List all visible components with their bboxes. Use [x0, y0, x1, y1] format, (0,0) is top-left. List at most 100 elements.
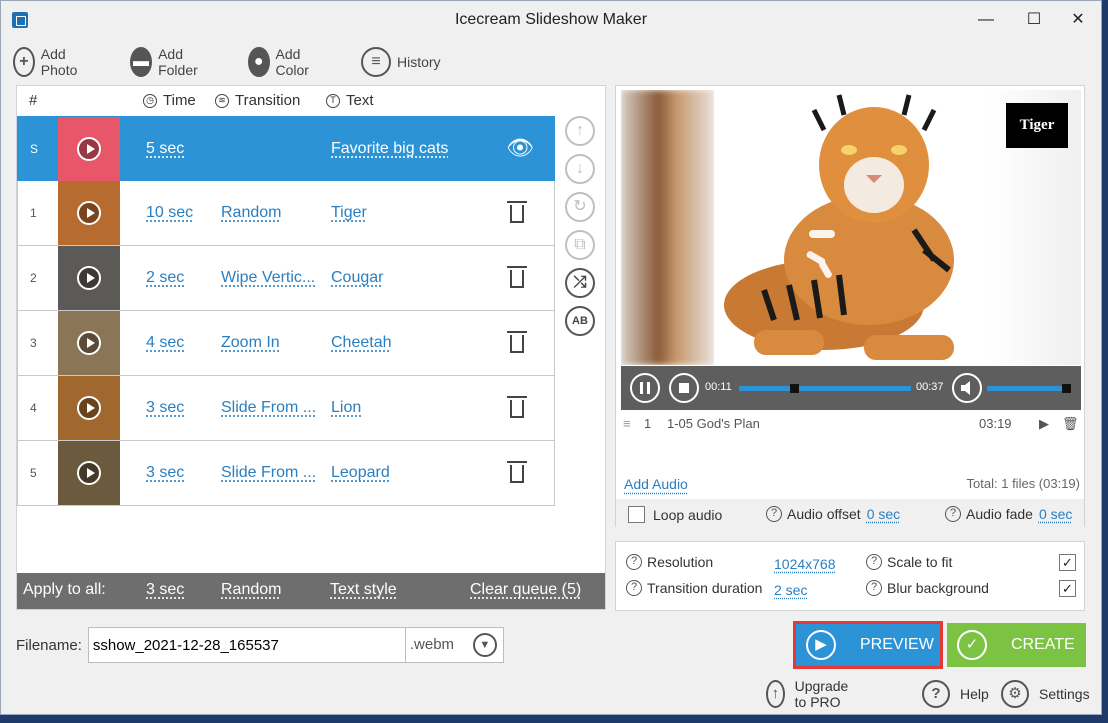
- eye-icon[interactable]: 👁: [506, 137, 534, 161]
- slide-text-link[interactable]: Lion: [331, 399, 361, 417]
- play-icon[interactable]: [77, 461, 101, 485]
- add-audio-link[interactable]: Add Audio: [624, 476, 688, 492]
- audio-fade-option: ? Audio fade 0 sec: [945, 506, 1072, 522]
- table-row[interactable]: 3 4 sec Zoom In Cheetah: [17, 311, 555, 376]
- text-style-ab-icon[interactable]: AB: [565, 306, 595, 336]
- add-folder-button[interactable]: ▬ Add Folder: [130, 46, 206, 78]
- header-text[interactable]: T Text: [326, 92, 374, 109]
- create-button[interactable]: ✓ CREATE: [947, 623, 1086, 667]
- audio-fade-value[interactable]: 0 sec: [1039, 506, 1072, 522]
- slide-transition-link[interactable]: Slide From ...: [221, 399, 319, 417]
- header-time[interactable]: ◷ Time: [143, 92, 196, 109]
- audio-offset-value[interactable]: 0 sec: [867, 506, 900, 522]
- preview-button[interactable]: ▶ PREVIEW: [793, 621, 943, 669]
- slide-caption: Tiger: [1006, 103, 1068, 148]
- trash-icon[interactable]: [506, 461, 528, 485]
- add-photo-button[interactable]: + Add Photo: [13, 46, 86, 78]
- slide-transition-link[interactable]: Zoom In: [221, 334, 319, 352]
- volume-handle[interactable]: [1062, 384, 1071, 393]
- slide-time-link[interactable]: 2 sec: [146, 269, 184, 287]
- volume-icon[interactable]: [952, 373, 982, 403]
- settings-link[interactable]: ⚙ Settings: [1001, 679, 1090, 709]
- help-icon[interactable]: ?: [626, 554, 642, 570]
- apply-time-link[interactable]: 3 sec: [146, 581, 184, 599]
- slide-transition-link[interactable]: Random: [221, 204, 319, 222]
- upgrade-link[interactable]: ↑ Upgrade to PRO: [766, 678, 858, 710]
- transition-duration-value[interactable]: 2 sec: [774, 582, 807, 598]
- table-row[interactable]: S 5 sec Favorite big cats 👁: [17, 116, 555, 181]
- drag-handle-icon[interactable]: ≡: [623, 416, 631, 431]
- filename-input[interactable]: [87, 627, 406, 663]
- resolution-value[interactable]: 1024x768: [774, 556, 836, 572]
- maximize-button[interactable]: ☐: [1011, 5, 1057, 35]
- loop-audio-option[interactable]: Loop audio: [628, 506, 722, 523]
- shuffle-icon[interactable]: ⤮: [565, 268, 595, 298]
- chevron-down-icon[interactable]: ▼: [472, 633, 497, 657]
- trash-icon[interactable]: [506, 331, 528, 355]
- play-icon[interactable]: [77, 201, 101, 225]
- row-number: 4: [30, 401, 37, 415]
- progress-handle[interactable]: [790, 384, 800, 393]
- loop-audio-checkbox[interactable]: [628, 506, 645, 523]
- slide-time-link[interactable]: 4 sec: [146, 334, 184, 352]
- minimize-button[interactable]: —: [963, 5, 1009, 35]
- slide-thumbnail[interactable]: [58, 246, 120, 310]
- close-button[interactable]: ✕: [1055, 5, 1101, 35]
- slide-text-link[interactable]: Favorite big cats: [331, 140, 448, 158]
- table-row[interactable]: 2 2 sec Wipe Vertic... Cougar: [17, 246, 555, 311]
- help-icon[interactable]: ?: [945, 506, 961, 522]
- progress-slider[interactable]: [739, 384, 911, 393]
- slide-text-link[interactable]: Cheetah: [331, 334, 392, 352]
- audio-track-row[interactable]: ≡ 1 1-05 God's Plan 03:19 ▶ 🗑: [621, 413, 1081, 435]
- play-track-icon[interactable]: ▶: [1039, 416, 1049, 432]
- slide-text-link[interactable]: Cougar: [331, 269, 383, 287]
- trash-icon[interactable]: [506, 201, 528, 225]
- play-icon[interactable]: [77, 396, 101, 420]
- table-row[interactable]: 4 3 sec Slide From ... Lion: [17, 376, 555, 441]
- header-transition[interactable]: ≋ Transition: [215, 92, 300, 109]
- stop-icon[interactable]: [669, 373, 699, 403]
- move-up-icon[interactable]: ↑: [565, 116, 595, 146]
- apply-label: Apply to all:: [23, 581, 106, 598]
- slide-thumbnail[interactable]: [58, 376, 120, 440]
- move-down-icon[interactable]: ↓: [565, 154, 595, 184]
- play-icon[interactable]: [77, 137, 101, 161]
- slide-thumbnail[interactable]: [58, 117, 120, 181]
- table-row[interactable]: 1 10 sec Random Tiger: [17, 181, 555, 246]
- clear-queue-link[interactable]: Clear queue (5): [470, 581, 581, 599]
- blur-background-checkbox[interactable]: ✓: [1059, 580, 1076, 597]
- help-icon[interactable]: ?: [866, 554, 882, 570]
- slide-time-link[interactable]: 10 sec: [146, 204, 193, 222]
- scale-to-fit-checkbox[interactable]: ✓: [1059, 554, 1076, 571]
- extension-select[interactable]: .webm ▼: [405, 627, 504, 663]
- help-icon[interactable]: ?: [766, 506, 782, 522]
- history-button[interactable]: ≡ History: [361, 46, 441, 78]
- apply-transition-link[interactable]: Random: [221, 581, 281, 599]
- add-color-button[interactable]: ● Add Color: [248, 46, 317, 78]
- slide-time-link[interactable]: 5 sec: [146, 140, 184, 158]
- volume-slider[interactable]: [987, 384, 1071, 393]
- help-link[interactable]: ? Help: [922, 679, 989, 709]
- play-icon[interactable]: [77, 266, 101, 290]
- slide-thumbnail[interactable]: [58, 181, 120, 245]
- slide-transition-link[interactable]: Slide From ...: [221, 464, 319, 482]
- rotate-icon[interactable]: ↻: [565, 192, 595, 222]
- slide-thumbnail[interactable]: [58, 311, 120, 375]
- help-icon[interactable]: ?: [626, 580, 642, 596]
- pause-icon[interactable]: [630, 373, 660, 403]
- slide-text-link[interactable]: Leopard: [331, 464, 390, 482]
- trash-icon[interactable]: [506, 266, 528, 290]
- slide-time-link[interactable]: 3 sec: [146, 464, 184, 482]
- slide-text-link[interactable]: Tiger: [331, 204, 367, 222]
- delete-track-icon[interactable]: 🗑: [1062, 416, 1079, 432]
- help-icon[interactable]: ?: [866, 580, 882, 596]
- table-row[interactable]: 5 3 sec Slide From ... Leopard: [17, 441, 555, 506]
- text-style-link[interactable]: Text style: [330, 581, 397, 599]
- slide-time-link[interactable]: 3 sec: [146, 399, 184, 417]
- audio-options: Loop audio ? Audio offset 0 sec ? Audio …: [616, 499, 1084, 527]
- trash-icon[interactable]: [506, 396, 528, 420]
- slide-thumbnail[interactable]: [58, 441, 120, 505]
- duplicate-icon[interactable]: ⧉: [565, 230, 595, 260]
- slide-transition-link[interactable]: Wipe Vertic...: [221, 269, 319, 287]
- play-icon[interactable]: [77, 331, 101, 355]
